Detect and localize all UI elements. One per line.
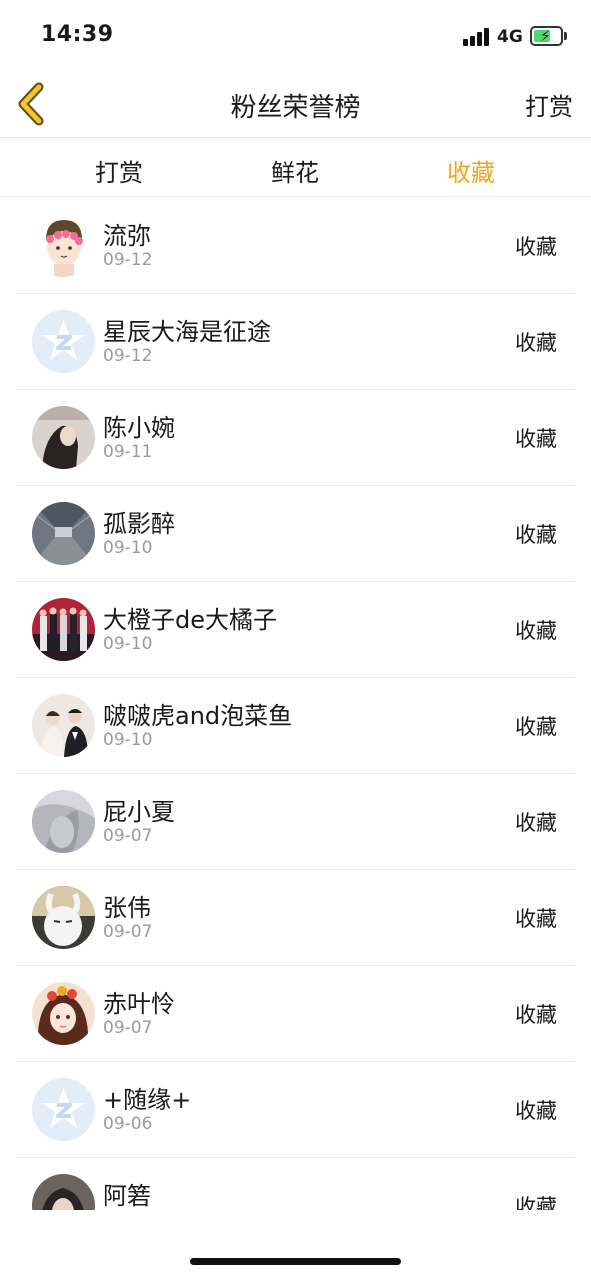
tab-bar: 打赏 鲜花 收藏	[0, 139, 591, 197]
contribution-type: 收藏	[515, 235, 557, 259]
fan-date: 09-12	[103, 346, 153, 366]
list-item[interactable]: 孤影醉 09-10 收藏	[16, 486, 575, 582]
fan-name: 孤影醉	[103, 510, 175, 538]
contribution-type: 收藏	[515, 331, 557, 355]
tab-favorites[interactable]: 收藏	[447, 153, 495, 188]
list-item[interactable]: 啵啵虎and泡菜鱼 09-10 收藏	[16, 678, 575, 774]
contribution-type: 收藏	[515, 619, 557, 643]
home-indicator[interactable]	[190, 1258, 401, 1265]
list-item[interactable]: 赤叶怜 09-07 收藏	[16, 966, 575, 1062]
fan-name: 星辰大海是征途	[103, 318, 271, 346]
contribution-type: 收藏	[515, 907, 557, 931]
avatar[interactable]	[32, 982, 95, 1045]
list-item[interactable]: 张伟 09-07 收藏	[16, 870, 575, 966]
fan-name: 张伟	[103, 894, 151, 922]
fan-name: 大橙子de大橘子	[103, 606, 277, 634]
tab-reward[interactable]: 打赏	[95, 153, 143, 188]
avatar[interactable]	[32, 886, 95, 949]
nav-bar: 粉丝荣誉榜 打赏	[0, 70, 591, 138]
avatar[interactable]	[32, 790, 95, 853]
fan-name: +随缘+	[103, 1086, 192, 1114]
contribution-type: 收藏	[515, 1003, 557, 1027]
fan-name: 阿箬	[103, 1182, 151, 1210]
fan-name: 屁小夏	[103, 798, 175, 826]
reward-button[interactable]: 打赏	[525, 87, 573, 122]
avatar[interactable]	[32, 406, 95, 469]
battery-nub	[564, 32, 567, 40]
fan-date: 09-10	[103, 634, 153, 654]
avatar[interactable]	[32, 310, 95, 373]
avatar[interactable]	[32, 598, 95, 661]
avatar[interactable]	[32, 502, 95, 565]
avatar[interactable]	[32, 1078, 95, 1141]
avatar[interactable]	[32, 214, 95, 277]
list-item[interactable]: 大橙子de大橘子 09-10 收藏	[16, 582, 575, 678]
page-title: 粉丝荣誉榜	[230, 93, 361, 123]
fan-date: 09-07	[103, 826, 153, 846]
signal-icon	[463, 28, 491, 46]
status-bar: 14:39 4G ⚡	[0, 0, 591, 70]
fan-name: 陈小婉	[103, 414, 175, 442]
contribution-type: 收藏	[515, 427, 557, 451]
list-item[interactable]: 屁小夏 09-07 收藏	[16, 774, 575, 870]
fan-date: 09-07	[103, 1018, 153, 1038]
contribution-type: 收藏	[515, 1099, 557, 1123]
contribution-type: 收藏	[515, 715, 557, 739]
tab-flowers[interactable]: 鲜花	[271, 153, 319, 188]
list-item[interactable]: 陈小婉 09-11 收藏	[16, 390, 575, 486]
fan-date: 09-07	[103, 922, 153, 942]
battery-icon: ⚡	[530, 26, 563, 46]
contribution-type: 收藏	[515, 1195, 557, 1210]
fan-name: 流弥	[103, 222, 151, 250]
fan-name: 赤叶怜	[103, 990, 175, 1018]
contribution-type: 收藏	[515, 811, 557, 835]
fan-list: 流弥 09-12 收藏 星辰大海是征途 09-12 收藏 陈小婉 09-11 收藏 孤影醉 09-1…	[16, 198, 575, 1210]
fan-date: 09-11	[103, 442, 153, 462]
fan-date: 09-12	[103, 250, 153, 270]
fan-date: 09-06	[103, 1114, 153, 1134]
fan-name: 啵啵虎and泡菜鱼	[103, 702, 293, 730]
avatar[interactable]	[32, 1174, 95, 1210]
fan-date: 09-10	[103, 730, 153, 750]
status-time: 14:39	[41, 22, 114, 47]
list-item[interactable]: +随缘+ 09-06 收藏	[16, 1062, 575, 1158]
fan-date: 09-10	[103, 538, 153, 558]
contribution-type: 收藏	[515, 523, 557, 547]
list-item[interactable]: 阿箬 收藏	[16, 1158, 575, 1210]
network-type: 4G	[497, 27, 523, 47]
avatar[interactable]	[32, 694, 95, 757]
list-item[interactable]: 流弥 09-12 收藏	[16, 198, 575, 294]
list-item[interactable]: 星辰大海是征途 09-12 收藏	[16, 294, 575, 390]
